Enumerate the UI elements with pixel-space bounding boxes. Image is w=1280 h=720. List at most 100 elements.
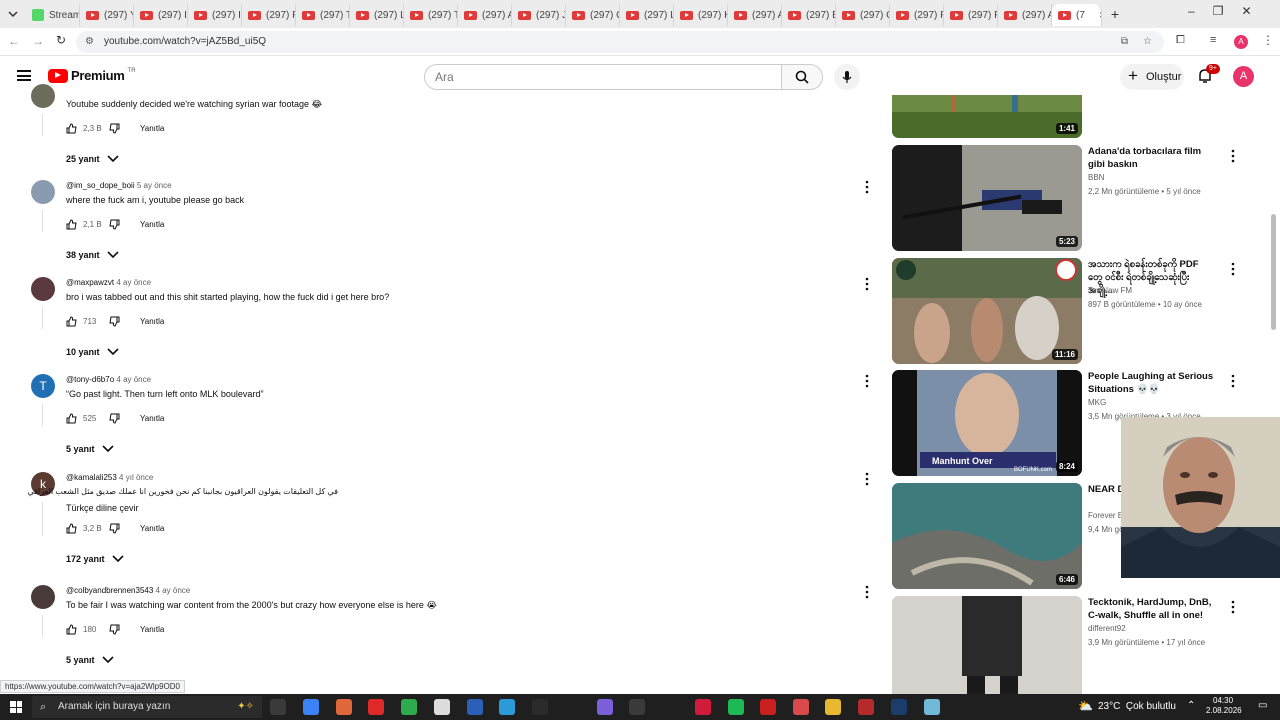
comment-more-options-icon[interactable] bbox=[863, 585, 871, 599]
clock-time[interactable]: 04:30 bbox=[1213, 696, 1233, 705]
close-window-button[interactable]: ✕ bbox=[1241, 4, 1251, 18]
acrobat-icon[interactable] bbox=[760, 699, 776, 715]
browser-tab[interactable]: (297) L bbox=[620, 4, 674, 26]
notifications-button[interactable]: 9+ bbox=[1197, 64, 1220, 89]
translate-link[interactable]: Türkçe diline çevir bbox=[66, 503, 139, 513]
file-explorer-icon[interactable] bbox=[825, 699, 841, 715]
like-icon[interactable] bbox=[66, 122, 77, 134]
reply-button[interactable]: Yanıtla bbox=[140, 414, 164, 423]
app-icon-orange[interactable] bbox=[336, 699, 352, 715]
browser-tab[interactable]: (297) I bbox=[134, 4, 188, 26]
comment-author[interactable]: @tony-d6b7o bbox=[66, 375, 114, 384]
related-video-item[interactable]: Tecktonik, HardJump, DnB, C-walk, Shuffl… bbox=[892, 596, 1252, 704]
chrome-active-icon[interactable] bbox=[793, 699, 809, 715]
view-replies-button[interactable]: 38 yanıt bbox=[66, 250, 119, 260]
copilot-icon[interactable] bbox=[303, 699, 319, 715]
reply-button[interactable]: Yanıtla bbox=[140, 317, 164, 326]
page-scrollbar[interactable] bbox=[1271, 214, 1276, 330]
weather-icon[interactable]: ⛅ bbox=[1078, 699, 1093, 713]
windows-start-icon[interactable] bbox=[10, 701, 22, 713]
video-thumbnail[interactable]: 5:23 bbox=[892, 145, 1082, 251]
browser-tab[interactable]: (297) B bbox=[782, 4, 836, 26]
reply-button[interactable]: Yanıtla bbox=[140, 524, 164, 533]
comment-more-options-icon[interactable] bbox=[863, 180, 871, 194]
browser-tab[interactable]: (297) K bbox=[674, 4, 728, 26]
video-channel[interactable]: TawNaw FM bbox=[1088, 286, 1132, 295]
browser-tab[interactable]: (297) T bbox=[296, 4, 350, 26]
view-replies-button[interactable]: 172 yanıt bbox=[66, 554, 124, 564]
tab-list-dropdown-button[interactable] bbox=[0, 3, 26, 25]
comment-age[interactable]: 4 ay önce bbox=[156, 586, 191, 595]
dislike-icon[interactable] bbox=[109, 413, 120, 424]
youtube-logo[interactable]: Premium TR bbox=[48, 68, 136, 83]
comment-more-options-icon[interactable] bbox=[863, 277, 871, 291]
commenter-avatar[interactable] bbox=[31, 180, 55, 204]
browser-tab[interactable]: (297) T bbox=[404, 4, 458, 26]
comment-author[interactable]: @maxpawzvt bbox=[66, 278, 114, 287]
commenter-avatar[interactable] bbox=[31, 84, 55, 108]
browser-tab[interactable]: (297) A bbox=[998, 4, 1052, 26]
browser-tab[interactable]: (297) C bbox=[836, 4, 890, 26]
browser-tab[interactable]: Stream bbox=[26, 4, 80, 26]
steam-icon[interactable] bbox=[891, 699, 907, 715]
view-replies-button[interactable]: 5 yanıt bbox=[66, 444, 114, 454]
reading-list-icon[interactable]: ≡ bbox=[1210, 34, 1216, 46]
comment-more-options-icon[interactable] bbox=[863, 472, 871, 486]
minimize-button[interactable]: – bbox=[1188, 4, 1195, 18]
like-icon[interactable] bbox=[66, 315, 77, 327]
account-avatar[interactable]: A bbox=[1233, 66, 1254, 87]
browser-tab[interactable]: (297) F bbox=[944, 4, 998, 26]
browser-tab[interactable]: (297) P bbox=[242, 4, 296, 26]
create-button[interactable]: + Oluştur bbox=[1120, 64, 1184, 90]
maximize-button[interactable]: ❐ bbox=[1213, 4, 1224, 18]
like-icon[interactable] bbox=[66, 412, 77, 424]
video-more-options-icon[interactable] bbox=[1230, 374, 1236, 388]
browser-tab[interactable]: (297) Y bbox=[80, 4, 134, 26]
comment-age[interactable]: 4 yıl önce bbox=[119, 473, 153, 482]
browser-tab[interactable]: (297) C bbox=[566, 4, 620, 26]
view-replies-button[interactable]: 5 yanıt bbox=[66, 655, 114, 665]
dislike-icon[interactable] bbox=[109, 316, 120, 327]
comment-age[interactable]: 4 ay önce bbox=[116, 375, 151, 384]
dislike-icon[interactable] bbox=[109, 219, 120, 230]
app-icon-teal[interactable] bbox=[924, 699, 940, 715]
app-icon-dark[interactable] bbox=[629, 699, 645, 715]
dislike-icon[interactable] bbox=[109, 523, 120, 534]
app-icon-purple[interactable] bbox=[597, 699, 613, 715]
comment-author[interactable]: @kamalali253 bbox=[66, 473, 117, 482]
opera-gx-icon[interactable] bbox=[695, 699, 711, 715]
epic-games-icon[interactable] bbox=[532, 699, 548, 715]
commenter-avatar[interactable]: T bbox=[31, 374, 55, 398]
app-icon-white[interactable] bbox=[434, 699, 450, 715]
notification-center-icon[interactable]: ▭ bbox=[1258, 700, 1267, 711]
site-info-icon[interactable]: ⚙ bbox=[85, 31, 94, 53]
video-thumbnail[interactable]: Manhunt Over BOFUNK.com 8:24 bbox=[892, 370, 1082, 476]
related-video-item[interactable]: 11:16 အသားက ရဲစခန်းတစ်ခုကို PDF တွေ ဝင်စီ… bbox=[892, 258, 1252, 366]
clock-date[interactable]: 2.08.2026 bbox=[1206, 706, 1242, 715]
video-thumbnail[interactable]: 11:16 bbox=[892, 258, 1082, 364]
video-channel[interactable]: different92 bbox=[1088, 624, 1126, 633]
browser-tab[interactable]: (297) L bbox=[350, 4, 404, 26]
extensions-icon[interactable]: ⧠ bbox=[1176, 34, 1185, 47]
weather-text[interactable]: 23°C Çok bulutlu bbox=[1098, 701, 1176, 712]
like-icon[interactable] bbox=[66, 623, 77, 635]
browser-tab[interactable]: (297) A bbox=[728, 4, 782, 26]
app-icon-red[interactable] bbox=[858, 699, 874, 715]
comment-more-options-icon[interactable] bbox=[863, 374, 871, 388]
video-thumbnail[interactable]: 6:46 bbox=[892, 483, 1082, 589]
video-channel[interactable]: MKG bbox=[1088, 398, 1106, 407]
like-icon[interactable] bbox=[66, 522, 77, 534]
browser-tab[interactable]: (7✕ bbox=[1052, 4, 1102, 26]
browser-tab[interactable]: (297) J bbox=[512, 4, 566, 26]
browser-tab[interactable]: (297) A bbox=[458, 4, 512, 26]
comment-author[interactable]: @im_so_dope_boii bbox=[66, 181, 135, 190]
word-icon[interactable] bbox=[467, 699, 483, 715]
profile-avatar[interactable]: A bbox=[1234, 35, 1248, 49]
like-icon[interactable] bbox=[66, 218, 77, 230]
video-title[interactable]: Tecktonik, HardJump, DnB, C-walk, Shuffl… bbox=[1088, 596, 1214, 622]
forward-button[interactable]: → bbox=[32, 34, 44, 48]
comment-author[interactable]: @colbyandbrennen3543 bbox=[66, 586, 153, 595]
reply-button[interactable]: Yanıtla bbox=[140, 625, 164, 634]
reply-button[interactable]: Yanıtla bbox=[140, 124, 164, 133]
video-channel[interactable]: BBN bbox=[1088, 173, 1104, 182]
